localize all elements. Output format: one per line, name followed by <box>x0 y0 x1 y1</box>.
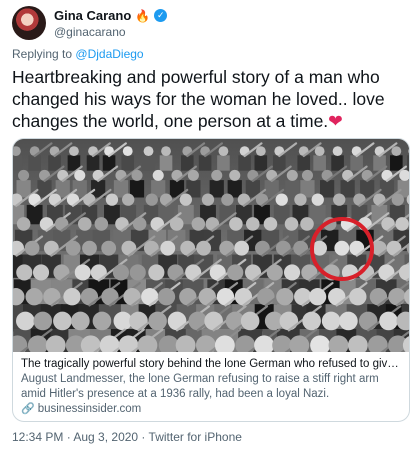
link-card[interactable]: The tragically powerful story behind the… <box>12 138 410 422</box>
replying-to-prefix: Replying to <box>12 47 73 61</box>
card-description: August Landmesser, the lone German refus… <box>21 373 379 400</box>
card-domain: 🔗 businessinsider.com <box>21 402 403 417</box>
card-title[interactable]: The tragically powerful story behind the… <box>21 357 403 372</box>
replying-to: Replying to @DjdaDiego <box>12 47 144 61</box>
reply-mention-link[interactable]: @DjdaDiego <box>75 47 143 61</box>
heart-emoji-icon: ❤ <box>328 111 343 131</box>
card-image[interactable] <box>13 139 409 352</box>
author-name-row: Gina Carano 🔥 ✓ <box>54 8 168 23</box>
torch-icon: 🔥 <box>135 8 151 23</box>
card-domain-text: businessinsider.com <box>37 403 142 415</box>
tweet-meta[interactable]: 12:34 PM · Aug 3, 2020 · Twitter for iPh… <box>12 430 242 444</box>
tweet-header: Gina Carano 🔥 ✓ @ginacarano <box>12 6 408 42</box>
card-body: The tragically powerful story behind the… <box>21 357 403 417</box>
tweet-text: Heartbreaking and powerful story of a ma… <box>12 66 408 132</box>
author-name[interactable]: Gina Carano <box>54 8 131 23</box>
link-icon: 🔗 <box>21 403 35 415</box>
avatar[interactable] <box>12 6 46 40</box>
verified-badge-icon: ✓ <box>154 9 168 22</box>
author-handle[interactable]: @ginacarano <box>54 25 126 39</box>
